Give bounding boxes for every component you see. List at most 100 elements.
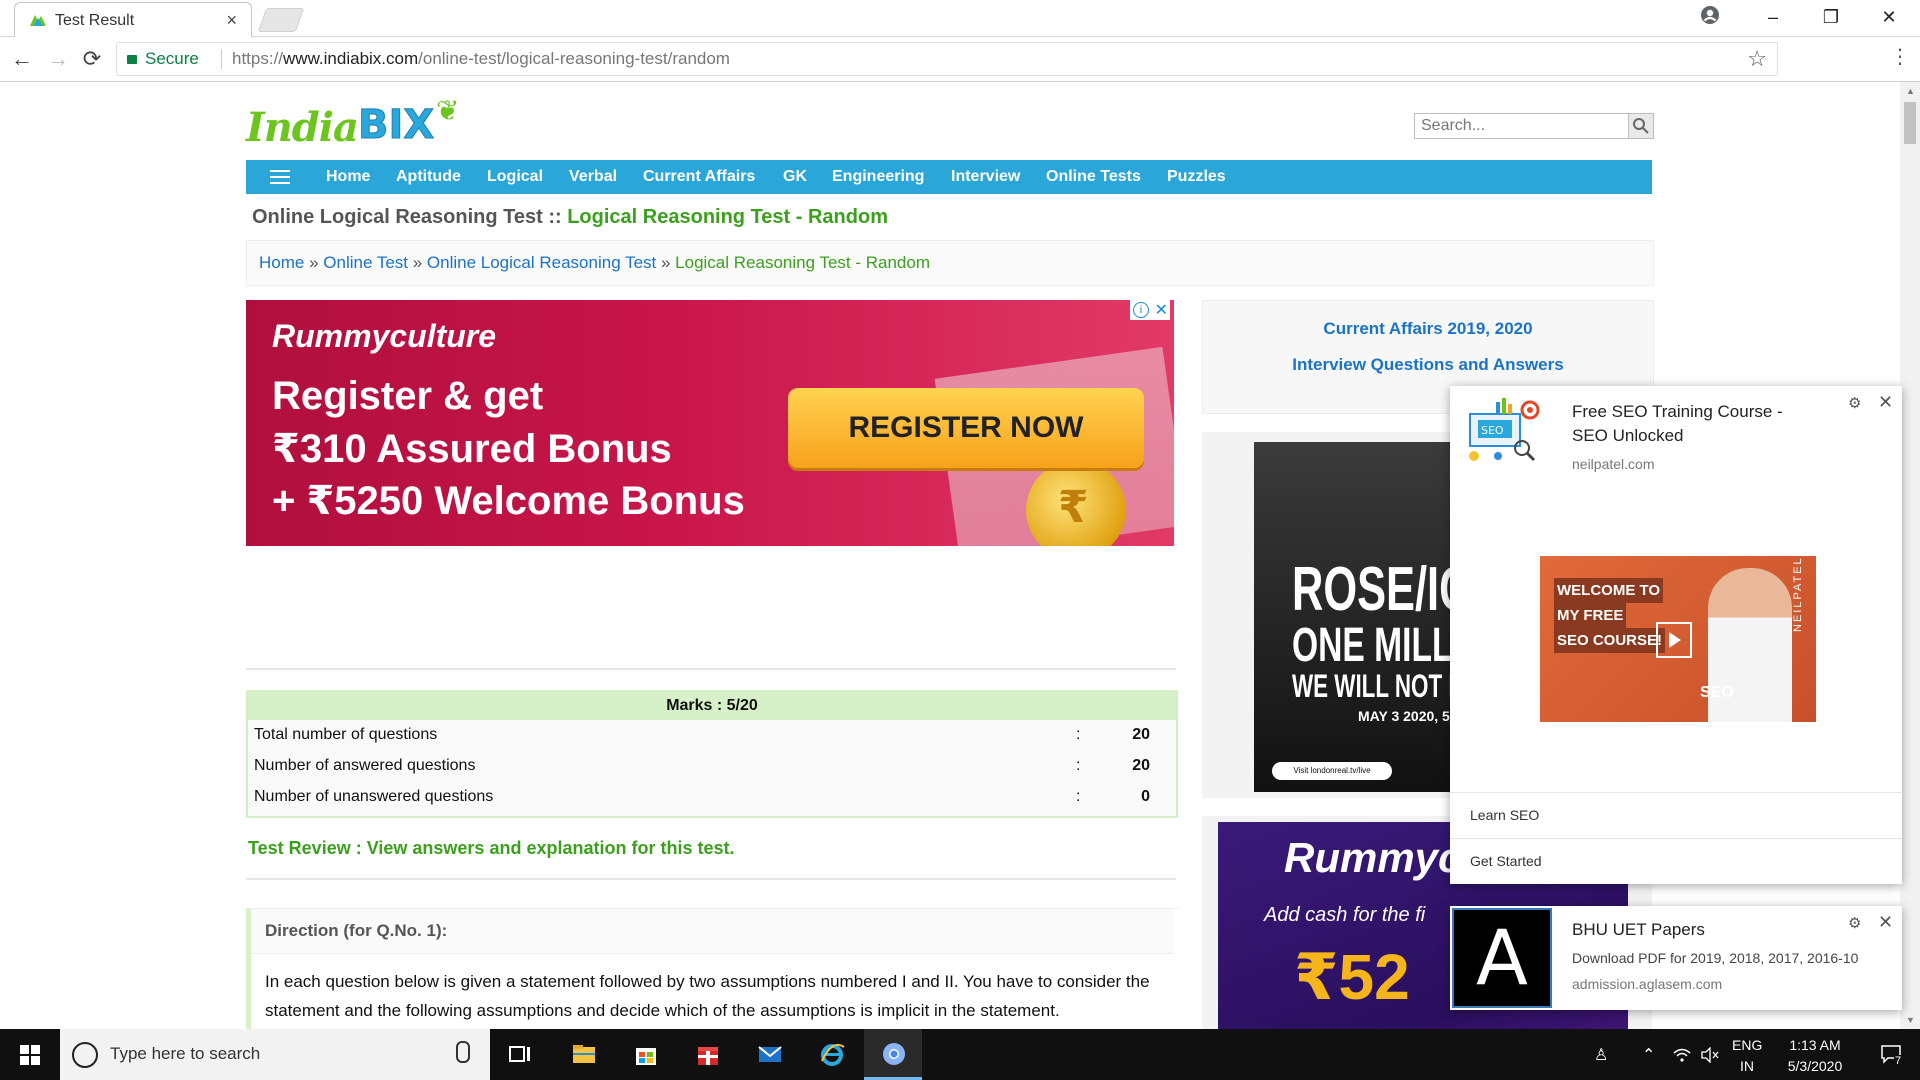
- taskbar-search-box[interactable]: Type here to search: [60, 1029, 490, 1080]
- rummyculture-ad-banner[interactable]: Rummyculture Register & get ₹310 Assured…: [246, 300, 1174, 546]
- breadcrumb-online-test[interactable]: Online Test: [323, 253, 408, 272]
- ad-brand: Rummyculture: [272, 318, 497, 354]
- test-review-link[interactable]: Test Review : View answers and explanati…: [248, 838, 734, 859]
- ad2-visit-button[interactable]: Visit londonreal.tv/live: [1272, 762, 1392, 780]
- scroll-up-icon[interactable]: ▲: [1906, 86, 1915, 96]
- restore-icon[interactable]: ❐: [1802, 0, 1860, 34]
- ad-choices[interactable]: i ✕: [1130, 300, 1170, 320]
- address-bar[interactable]: Secure https://www.indiabix.com/online-t…: [116, 42, 1778, 76]
- page-scrollbar[interactable]: ▲ ▼: [1900, 82, 1920, 1029]
- search-button[interactable]: [1628, 114, 1653, 138]
- marks-row-colon: :: [1076, 757, 1081, 774]
- nav-verbal[interactable]: Verbal: [569, 168, 617, 186]
- aglasem-logo-icon: A: [1452, 908, 1552, 1008]
- chrome-icon[interactable]: [864, 1029, 922, 1080]
- url-scheme: https://: [232, 49, 284, 68]
- microphone-icon[interactable]: [456, 1041, 470, 1063]
- windows-taskbar: Type here to search ♙ ⌃ ENG IN 1:13 AM 5…: [0, 1029, 1920, 1080]
- svg-text:SEO: SEO: [1481, 424, 1504, 437]
- nav-interview[interactable]: Interview: [951, 168, 1020, 186]
- page-title-prefix: Online Logical Reasoning Test ::: [252, 206, 568, 228]
- nav-current-affairs[interactable]: Current Affairs: [643, 168, 755, 186]
- get-started-action[interactable]: Get Started: [1450, 838, 1902, 885]
- forward-icon[interactable]: →: [44, 45, 72, 73]
- profile-icon[interactable]: [1700, 5, 1720, 25]
- show-hidden-icons-chevron-up-icon[interactable]: ⌃: [1642, 1045, 1655, 1065]
- window-close-icon[interactable]: ✕: [1860, 0, 1918, 34]
- marks-row-value: 20: [1132, 726, 1150, 743]
- play-icon: [1656, 622, 1692, 658]
- browser-tab[interactable]: Test Result ×: [14, 2, 252, 37]
- notification-close-icon[interactable]: ✕: [1878, 912, 1893, 933]
- image-caption-line: MY FREE: [1554, 603, 1627, 628]
- interview-questions-link[interactable]: Interview Questions and Answers: [1203, 355, 1653, 375]
- tab-close-icon[interactable]: ×: [226, 10, 237, 31]
- minimize-icon[interactable]: –: [1744, 0, 1802, 34]
- search-placeholder: Search...: [1421, 117, 1486, 134]
- bookmark-star-icon[interactable]: ☆: [1747, 46, 1767, 72]
- notification-settings-gear-icon[interactable]: ⚙: [1848, 394, 1861, 412]
- nav-aptitude[interactable]: Aptitude: [396, 168, 461, 186]
- breadcrumb-logical[interactable]: Online Logical Reasoning Test: [427, 253, 656, 272]
- language-code: ENG: [1732, 1037, 1763, 1053]
- action-center-icon[interactable]: 7: [1880, 1043, 1904, 1072]
- site-search-input[interactable]: Search...: [1414, 113, 1654, 139]
- seo-icon: SEO: [1469, 398, 1540, 462]
- wifi-icon[interactable]: [1672, 1047, 1692, 1063]
- breadcrumb-separator: »: [408, 253, 427, 272]
- url-text[interactable]: https://www.indiabix.com/online-test/log…: [221, 49, 730, 69]
- marks-row-label: Number of answered questions: [254, 757, 476, 774]
- marks-row-value: 20: [1132, 757, 1150, 774]
- notification-settings-gear-icon[interactable]: ⚙: [1848, 914, 1861, 932]
- breadcrumb-separator: »: [304, 253, 324, 272]
- back-icon[interactable]: ←: [8, 45, 36, 73]
- people-icon[interactable]: ♙: [1594, 1045, 1608, 1065]
- volume-muted-icon[interactable]: [1700, 1047, 1720, 1063]
- notification-close-icon[interactable]: ✕: [1878, 392, 1893, 413]
- ad-close-icon[interactable]: ✕: [1155, 300, 1168, 320]
- hamburger-menu-icon[interactable]: [270, 170, 290, 184]
- mail-icon[interactable]: [740, 1029, 798, 1080]
- clock-date: 5/3/2020: [1787, 1058, 1843, 1074]
- cortana-icon[interactable]: [72, 1042, 98, 1068]
- scroll-down-icon[interactable]: ▼: [1906, 1015, 1915, 1025]
- logo-leaf-icon: ❦: [436, 95, 460, 126]
- ad-info-icon[interactable]: i: [1133, 302, 1149, 318]
- ad-line-3: + ₹5250 Welcome Bonus: [272, 479, 745, 523]
- marks-row: Total number of questions : 20: [254, 720, 1170, 750]
- input-language-indicator[interactable]: ENG IN: [1732, 1035, 1762, 1077]
- aglasem-push-notification[interactable]: A BHU UET Papers Download PDF for 2019, …: [1450, 906, 1902, 1010]
- secure-indicator[interactable]: Secure: [127, 49, 199, 69]
- nav-puzzles[interactable]: Puzzles: [1167, 168, 1226, 186]
- seo-course-image: WELCOME TO MY FREE SEO COURSE! NEILPATEL…: [1540, 556, 1816, 722]
- image-caption: WELCOME TO MY FREE SEO COURSE!: [1554, 578, 1666, 653]
- learn-seo-action[interactable]: Learn SEO: [1450, 792, 1902, 839]
- nav-home[interactable]: Home: [326, 168, 370, 186]
- gift-app-icon[interactable]: [678, 1029, 736, 1080]
- register-now-button[interactable]: REGISTER NOW: [788, 388, 1144, 468]
- marks-row: Number of unanswered questions : 0: [254, 782, 1170, 812]
- scrollbar-thumb[interactable]: [1904, 102, 1916, 144]
- marks-title: Marks : 5/20: [248, 692, 1176, 720]
- file-explorer-icon[interactable]: [554, 1029, 612, 1080]
- new-tab-button[interactable]: [257, 8, 305, 32]
- microsoft-store-icon[interactable]: [616, 1029, 674, 1080]
- marks-row-value: 0: [1141, 788, 1150, 805]
- nav-logical[interactable]: Logical: [487, 168, 543, 186]
- indiabix-logo[interactable]: India BIX ❦: [246, 95, 460, 154]
- direction-title: Direction (for Q.No. 1):: [265, 921, 448, 940]
- seo-push-notification[interactable]: SEO Free SEO Training Course - SEO Unloc…: [1450, 386, 1902, 884]
- reload-icon[interactable]: ⟳: [78, 45, 106, 73]
- current-affairs-link[interactable]: Current Affairs 2019, 2020: [1203, 319, 1653, 339]
- url-host: www.indiabix.com: [283, 49, 419, 68]
- task-view-icon[interactable]: [490, 1029, 548, 1080]
- nav-online-tests[interactable]: Online Tests: [1046, 168, 1141, 186]
- internet-explorer-icon[interactable]: [802, 1029, 860, 1080]
- browser-menu-icon[interactable]: ⋮: [1890, 44, 1910, 69]
- start-button[interactable]: [0, 1029, 60, 1080]
- breadcrumb-home[interactable]: Home: [259, 253, 304, 272]
- system-clock[interactable]: 1:13 AM 5/3/2020: [1780, 1035, 1850, 1077]
- ad3-tagline: Add cash for the fi: [1264, 904, 1426, 926]
- nav-engineering[interactable]: Engineering: [832, 168, 924, 186]
- nav-gk[interactable]: GK: [783, 168, 807, 186]
